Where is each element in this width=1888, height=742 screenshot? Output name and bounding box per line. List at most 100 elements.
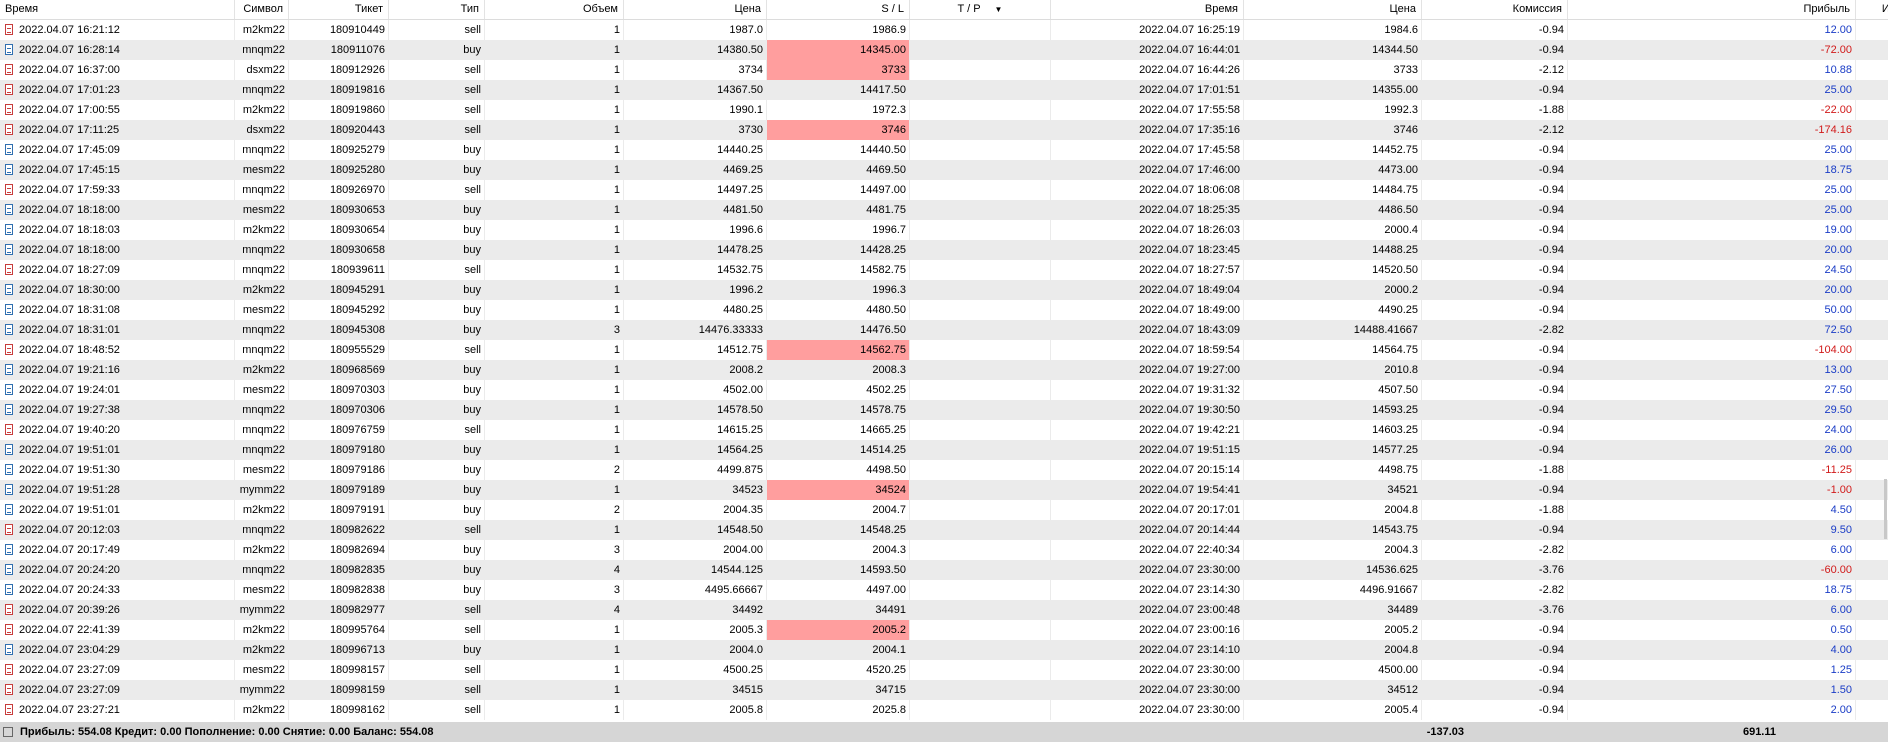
col-header-price[interactable]: Цена [624, 0, 767, 19]
vertical-scrollbar[interactable] [1882, 19, 1888, 699]
cell-close-price: 14520.50 [1244, 260, 1422, 280]
table-row[interactable]: 2022.04.07 17:11:25 dsxm22 180920443 sell 1 3… [0, 120, 1888, 140]
cell-tp [910, 480, 1051, 500]
table-row[interactable]: 2022.04.07 17:01:23 mnqm22 180919816 sell 1 1… [0, 80, 1888, 100]
col-header-symbol[interactable]: Символ [235, 0, 289, 19]
cell-ticket: 180982835 [289, 560, 389, 580]
col-header-close-time[interactable]: Время [1051, 0, 1244, 19]
col-header-commission[interactable]: Комиссия [1422, 0, 1568, 19]
table-row[interactable]: 2022.04.07 22:41:39 m2km22 180995764 sell 1 2… [0, 620, 1888, 640]
cell-time-text: 2022.04.07 17:11:25 [19, 124, 120, 136]
table-row[interactable]: 2022.04.07 20:24:33 mesm22 180982838 buy 3 44… [0, 580, 1888, 600]
cell-time: 2022.04.07 23:27:21 [0, 700, 235, 720]
cell-time-text: 2022.04.07 23:04:29 [19, 644, 120, 656]
table-row[interactable]: 2022.04.07 17:45:09 mnqm22 180925279 buy 1 14… [0, 140, 1888, 160]
table-row[interactable]: 2022.04.07 16:21:12 m2km22 180910449 sell 1 1… [0, 20, 1888, 40]
cell-commission: -3.76 [1422, 600, 1568, 620]
table-row[interactable]: 2022.04.07 19:27:38 mnqm22 180970306 buy 1 14… [0, 400, 1888, 420]
cell-time-text: 2022.04.07 16:21:12 [19, 24, 120, 36]
table-row[interactable]: 2022.04.07 17:59:33 mnqm22 180926970 sell 1 1… [0, 180, 1888, 200]
cell-profit: 18.75 [1568, 580, 1856, 600]
cell-tp [910, 300, 1051, 320]
cell-tp [910, 660, 1051, 680]
table-row[interactable]: 2022.04.07 23:27:21 m2km22 180998162 sell 1 2… [0, 700, 1888, 720]
cell-close-price: 34521 [1244, 480, 1422, 500]
table-row[interactable]: 2022.04.07 19:24:01 mesm22 180970303 buy 1 45… [0, 380, 1888, 400]
cell-time-text: 2022.04.07 16:37:00 [19, 64, 120, 76]
table-row[interactable]: 2022.04.07 17:00:55 m2km22 180919860 sell 1 1… [0, 100, 1888, 120]
cell-commission: -0.94 [1422, 260, 1568, 280]
cell-sl: 1972.3 [767, 100, 910, 120]
table-row[interactable]: 2022.04.07 20:12:03 mnqm22 180982622 sell 1 1… [0, 520, 1888, 540]
table-row[interactable]: 2022.04.07 19:51:28 mymm22 180979189 buy 1 34… [0, 480, 1888, 500]
table-row[interactable]: 2022.04.07 18:18:00 mnqm22 180930658 buy 1 14… [0, 240, 1888, 260]
cell-profit: 9.50 [1568, 520, 1856, 540]
cell-symbol: mesm22 [235, 460, 289, 480]
doc-icon [5, 664, 13, 675]
table-row[interactable]: 2022.04.07 20:17:49 m2km22 180982694 buy 3 20… [0, 540, 1888, 560]
table-row[interactable]: 2022.04.07 23:27:09 mesm22 180998157 sell 1 4… [0, 660, 1888, 680]
cell-volume: 1 [485, 20, 624, 40]
cell-ticket: 180982977 [289, 600, 389, 620]
cell-close-price: 4486.50 [1244, 200, 1422, 220]
table-row[interactable]: 2022.04.07 18:30:00 m2km22 180945291 buy 1 19… [0, 280, 1888, 300]
cell-ticket: 180955529 [289, 340, 389, 360]
table-row[interactable]: 2022.04.07 17:45:15 mesm22 180925280 buy 1 44… [0, 160, 1888, 180]
cell-time-text: 2022.04.07 17:00:55 [19, 104, 120, 116]
table-row[interactable]: 2022.04.07 18:31:08 mesm22 180945292 buy 1 44… [0, 300, 1888, 320]
cell-sl: 14593.50 [767, 560, 910, 580]
cell-time: 2022.04.07 17:00:55 [0, 100, 235, 120]
col-header-close-price[interactable]: Цена [1244, 0, 1422, 19]
table-row[interactable]: 2022.04.07 20:24:20 mnqm22 180982835 buy 4 14… [0, 560, 1888, 580]
cell-close-time: 2022.04.07 16:25:19 [1051, 20, 1244, 40]
cell-volume: 1 [485, 200, 624, 220]
table-row[interactable]: 2022.04.07 18:48:52 mnqm22 180955529 sell 1 1… [0, 340, 1888, 360]
col-header-volume[interactable]: Объем [485, 0, 624, 19]
cell-ticket: 180998157 [289, 660, 389, 680]
scrollbar-thumb[interactable] [1884, 479, 1887, 539]
table-row[interactable]: 2022.04.07 16:37:00 dsxm22 180912926 sell 1 3… [0, 60, 1888, 80]
cell-type: buy [389, 380, 485, 400]
table-row[interactable]: 2022.04.07 23:27:09 mymm22 180998159 sell 1 3… [0, 680, 1888, 700]
cell-type: buy [389, 440, 485, 460]
col-header-change[interactable]: Изменение [1856, 0, 1888, 19]
cell-close-price: 2000.2 [1244, 280, 1422, 300]
trade-history-table: Время Символ Тикет Тип Объем Цена S / L … [0, 0, 1888, 722]
cell-symbol: m2km22 [235, 360, 289, 380]
cell-sl: 1986.9 [767, 20, 910, 40]
cell-volume: 1 [485, 100, 624, 120]
table-row[interactable]: 2022.04.07 23:04:29 m2km22 180996713 buy 1 20… [0, 640, 1888, 660]
table-row[interactable]: 2022.04.07 19:40:20 mnqm22 180976759 sell 1 1… [0, 420, 1888, 440]
cell-commission: -0.94 [1422, 520, 1568, 540]
table-row[interactable]: 2022.04.07 19:51:30 mesm22 180979186 buy 2 44… [0, 460, 1888, 480]
table-row[interactable]: 2022.04.07 18:31:01 mnqm22 180945308 buy 3 14… [0, 320, 1888, 340]
cell-volume: 1 [485, 700, 624, 720]
doc-icon [5, 624, 13, 635]
col-header-profit[interactable]: Прибыль [1568, 0, 1856, 19]
table-row[interactable]: 2022.04.07 19:21:16 m2km22 180968569 buy 1 20… [0, 360, 1888, 380]
col-header-type[interactable]: Тип [389, 0, 485, 19]
cell-sl: 4469.50 [767, 160, 910, 180]
table-row[interactable]: 2022.04.07 19:51:01 mnqm22 180979180 buy 1 14… [0, 440, 1888, 460]
col-header-ticket[interactable]: Тикет [289, 0, 389, 19]
cell-sl: 2005.2 [767, 620, 910, 640]
col-header-time[interactable]: Время [0, 0, 235, 19]
doc-icon [5, 244, 13, 255]
doc-icon [5, 544, 13, 555]
cell-symbol: mnqm22 [235, 420, 289, 440]
col-header-tp[interactable]: T / P ▼ [910, 0, 1051, 19]
table-row[interactable]: 2022.04.07 18:18:03 m2km22 180930654 buy 1 19… [0, 220, 1888, 240]
cell-price: 4480.25 [624, 300, 767, 320]
table-row[interactable]: 2022.04.07 18:18:00 mesm22 180930653 buy 1 44… [0, 200, 1888, 220]
table-header: Время Символ Тикет Тип Объем Цена S / L … [0, 0, 1888, 20]
cell-symbol: m2km22 [235, 20, 289, 40]
table-row[interactable]: 2022.04.07 19:51:01 m2km22 180979191 buy 2 20… [0, 500, 1888, 520]
col-header-sl[interactable]: S / L [767, 0, 910, 19]
table-row[interactable]: 2022.04.07 18:27:09 mnqm22 180939611 sell 1 1… [0, 260, 1888, 280]
cell-volume: 1 [485, 340, 624, 360]
table-row[interactable]: 2022.04.07 16:28:14 mnqm22 180911076 buy 1 14… [0, 40, 1888, 60]
doc-icon [5, 264, 13, 275]
cell-price: 4499.875 [624, 460, 767, 480]
cell-time-text: 2022.04.07 18:18:00 [19, 244, 120, 256]
table-row[interactable]: 2022.04.07 20:39:26 mymm22 180982977 sell 4 3… [0, 600, 1888, 620]
